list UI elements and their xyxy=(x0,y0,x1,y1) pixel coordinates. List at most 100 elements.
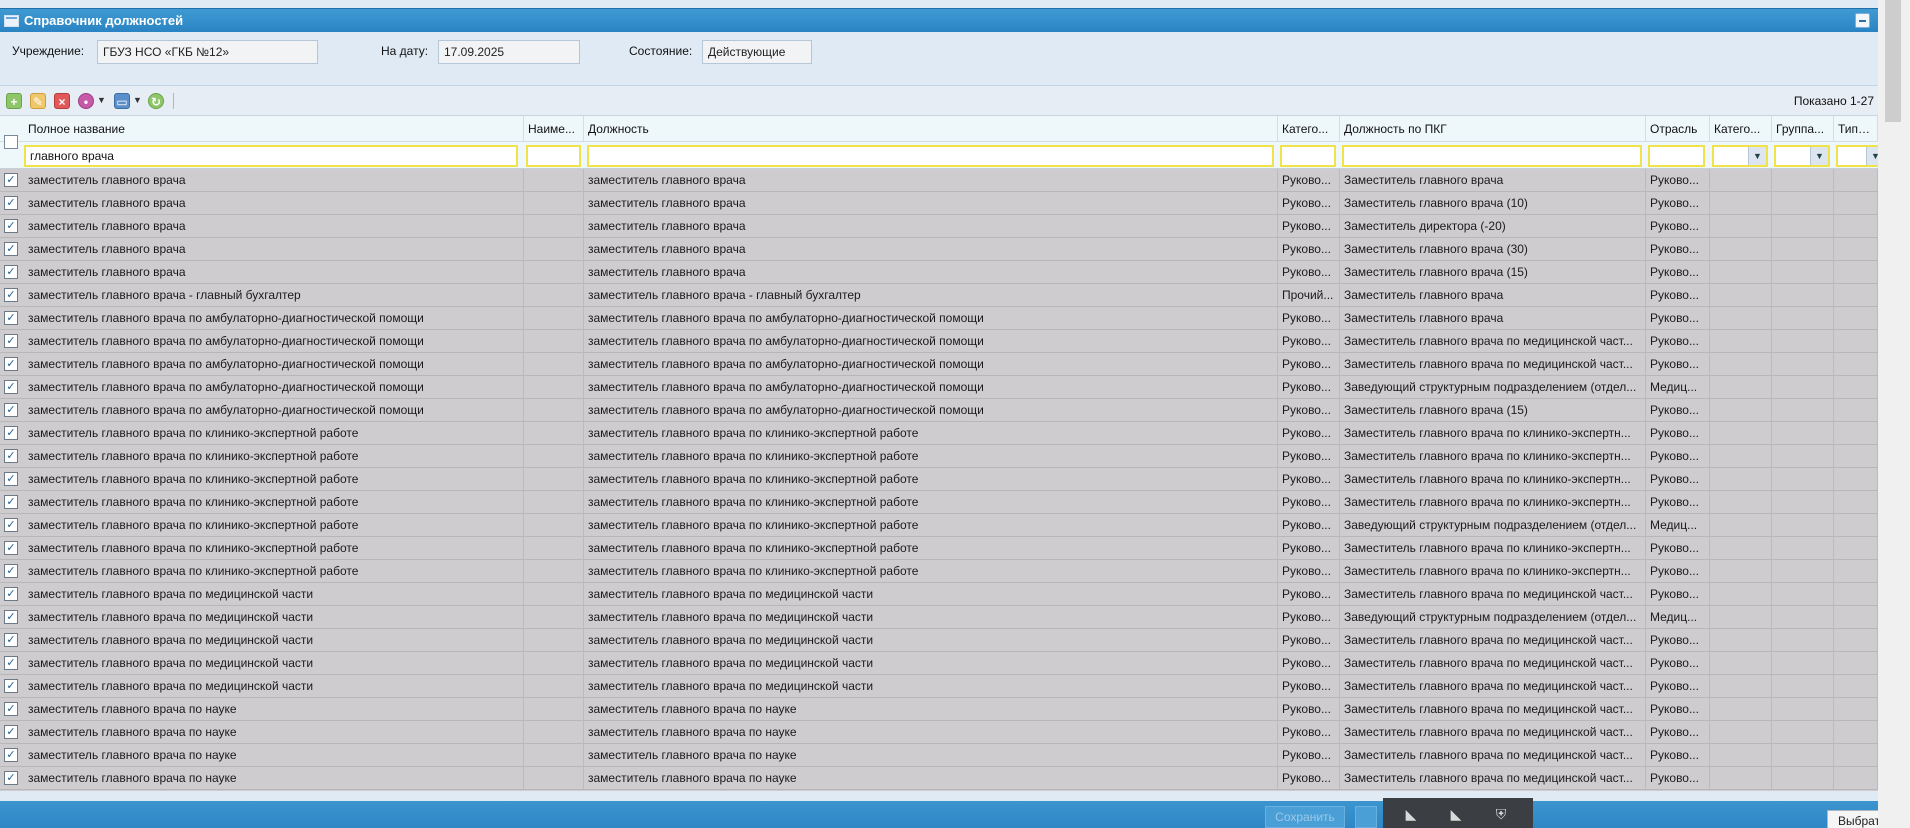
table-row[interactable]: ✓ заместитель главного врача по науке заме… xyxy=(0,767,1878,790)
table-row[interactable]: ✓ заместитель главного врача заместитель г… xyxy=(0,169,1878,192)
state-field[interactable]: Действующие xyxy=(702,40,812,64)
save-menu-button[interactable] xyxy=(1355,806,1377,828)
select-all-checkbox[interactable] xyxy=(4,135,18,149)
col-position[interactable]: Должность xyxy=(584,116,1278,142)
table-row[interactable]: ✓ заместитель главного врача по клинико-э… xyxy=(0,422,1878,445)
table-row[interactable]: ✓ заместитель главного врача заместитель г… xyxy=(0,215,1878,238)
cell-type xyxy=(1834,606,1878,628)
row-checkbox[interactable]: ✓ xyxy=(4,495,18,509)
table-row[interactable]: ✓ заместитель главного врача по науке заме… xyxy=(0,744,1878,767)
row-checkbox[interactable]: ✓ xyxy=(4,219,18,233)
table-row[interactable]: ✓ заместитель главного врача заместитель г… xyxy=(0,261,1878,284)
row-checkbox[interactable]: ✓ xyxy=(4,265,18,279)
cell-position: заместитель главного врача по клинико-эк… xyxy=(584,491,1278,513)
category-filter-input[interactable] xyxy=(1280,145,1336,167)
pkg-filter-input[interactable] xyxy=(1342,145,1642,167)
industry-filter-input[interactable] xyxy=(1648,145,1705,167)
row-checkbox[interactable]: ✓ xyxy=(4,564,18,578)
table-row[interactable]: ✓ заместитель главного врача заместитель г… xyxy=(0,238,1878,261)
row-checkbox[interactable]: ✓ xyxy=(4,656,18,670)
col-short-name[interactable]: Наиме... xyxy=(524,116,584,142)
row-checkbox[interactable]: ✓ xyxy=(4,426,18,440)
row-checkbox[interactable]: ✓ xyxy=(4,357,18,371)
row-checkbox[interactable]: ✓ xyxy=(4,541,18,555)
row-checkbox[interactable]: ✓ xyxy=(4,173,18,187)
row-checkbox[interactable]: ✓ xyxy=(4,518,18,532)
cell-full-name: заместитель главного врача по медицинско… xyxy=(24,583,524,605)
row-checkbox[interactable]: ✓ xyxy=(4,334,18,348)
col-category-2[interactable]: Катего... xyxy=(1710,116,1772,142)
table-row[interactable]: ✓ заместитель главного врача по медицинск… xyxy=(0,652,1878,675)
shield-icon[interactable]: ⛨ xyxy=(1491,806,1511,824)
plus-icon[interactable]: + xyxy=(6,93,22,109)
print-menu-chevron-icon[interactable]: ▼ xyxy=(133,95,142,105)
chevron-down-icon[interactable]: ▼ xyxy=(1810,147,1828,165)
table-row[interactable]: ✓ заместитель главного врача по клинико-э… xyxy=(0,537,1878,560)
row-checkbox[interactable]: ✓ xyxy=(4,679,18,693)
col-type[interactable]: Тип до... xyxy=(1834,116,1878,142)
scrollbar-thumb[interactable] xyxy=(1885,0,1901,122)
x-icon[interactable]: × xyxy=(54,93,70,109)
full-name-filter-input[interactable]: главного врача xyxy=(24,145,518,167)
table-row[interactable]: ✓ заместитель главного врача по амбулатор… xyxy=(0,399,1878,422)
table-row[interactable]: ✓ заместитель главного врача по амбулатор… xyxy=(0,307,1878,330)
table-row[interactable]: ✓ заместитель главного врача по амбулатор… xyxy=(0,330,1878,353)
col-group[interactable]: Группа... xyxy=(1772,116,1834,142)
row-checkbox[interactable]: ✓ xyxy=(4,725,18,739)
row-checkbox[interactable]: ✓ xyxy=(4,610,18,624)
row-checkbox[interactable]: ✓ xyxy=(4,449,18,463)
position-filter-input[interactable] xyxy=(587,145,1274,167)
cell-group xyxy=(1772,721,1834,743)
row-checkbox[interactable]: ✓ xyxy=(4,196,18,210)
table-row[interactable]: ✓ заместитель главного врача по клинико-э… xyxy=(0,514,1878,537)
minimize-icon[interactable] xyxy=(1855,13,1870,28)
table-row[interactable]: ✓ заместитель главного врача по медицинск… xyxy=(0,606,1878,629)
refresh-icon[interactable]: ↻ xyxy=(148,93,164,109)
row-checkbox[interactable]: ✓ xyxy=(4,380,18,394)
col-industry[interactable]: Отрасль xyxy=(1646,116,1710,142)
network-icon[interactable]: ◣ xyxy=(1401,806,1421,824)
row-checkbox[interactable]: ✓ xyxy=(4,702,18,716)
view-menu-chevron-icon[interactable]: ▼ xyxy=(97,95,106,105)
row-checkbox[interactable]: ✓ xyxy=(4,288,18,302)
col-full-name[interactable]: Полное название xyxy=(24,116,524,142)
chevron-down-icon[interactable]: ▼ xyxy=(1748,147,1766,165)
short-name-filter-input[interactable] xyxy=(526,145,581,167)
table-row[interactable]: ✓ заместитель главного врача по клинико-э… xyxy=(0,468,1878,491)
table-row[interactable]: ✓ заместитель главного врача по медицинск… xyxy=(0,629,1878,652)
chevron-down-icon[interactable]: ▼ xyxy=(1866,147,1878,165)
table-row[interactable]: ✓ заместитель главного врача по клинико-э… xyxy=(0,491,1878,514)
col-pkg-position[interactable]: Должность по ПКГ xyxy=(1340,116,1646,142)
network-icon[interactable]: ◣ xyxy=(1446,806,1466,824)
row-checkbox[interactable]: ✓ xyxy=(4,587,18,601)
pencil-icon[interactable]: ✎ xyxy=(30,93,46,109)
table-row[interactable]: ✓ заместитель главного врача по науке заме… xyxy=(0,698,1878,721)
table-row[interactable]: ✓ заместитель главного врача по клинико-э… xyxy=(0,445,1878,468)
row-checkbox[interactable]: ✓ xyxy=(4,748,18,762)
cell-category: Руково... xyxy=(1278,675,1340,697)
save-button[interactable]: Сохранить xyxy=(1265,806,1345,828)
table-row[interactable]: ✓ заместитель главного врача - главный бу… xyxy=(0,284,1878,307)
group-filter-select[interactable]: ▼ xyxy=(1774,145,1830,167)
date-field[interactable]: 17.09.2025 xyxy=(438,40,580,64)
table-row[interactable]: ✓ заместитель главного врача по амбулатор… xyxy=(0,376,1878,399)
category-2-filter-select[interactable]: ▼ xyxy=(1712,145,1768,167)
table-row[interactable]: ✓ заместитель главного врача заместитель г… xyxy=(0,192,1878,215)
table-row[interactable]: ✓ заместитель главного врача по клинико-э… xyxy=(0,560,1878,583)
row-checkbox[interactable]: ✓ xyxy=(4,633,18,647)
eye-icon[interactable]: • xyxy=(78,93,94,109)
page-scrollbar[interactable] xyxy=(1878,0,1910,828)
table-row[interactable]: ✓ заместитель главного врача по науке заме… xyxy=(0,721,1878,744)
row-checkbox[interactable]: ✓ xyxy=(4,311,18,325)
col-category[interactable]: Катего... xyxy=(1278,116,1340,142)
institution-field[interactable]: ГБУЗ НСО «ГКБ №12» xyxy=(97,40,318,64)
row-checkbox[interactable]: ✓ xyxy=(4,242,18,256)
row-checkbox[interactable]: ✓ xyxy=(4,472,18,486)
table-row[interactable]: ✓ заместитель главного врача по медицинск… xyxy=(0,675,1878,698)
table-row[interactable]: ✓ заместитель главного врача по медицинск… xyxy=(0,583,1878,606)
table-row[interactable]: ✓ заместитель главного врача по амбулатор… xyxy=(0,353,1878,376)
row-checkbox[interactable]: ✓ xyxy=(4,771,18,785)
type-filter-select[interactable]: ▼ xyxy=(1836,145,1878,167)
printer-icon[interactable]: ▭ xyxy=(114,93,130,109)
row-checkbox[interactable]: ✓ xyxy=(4,403,18,417)
